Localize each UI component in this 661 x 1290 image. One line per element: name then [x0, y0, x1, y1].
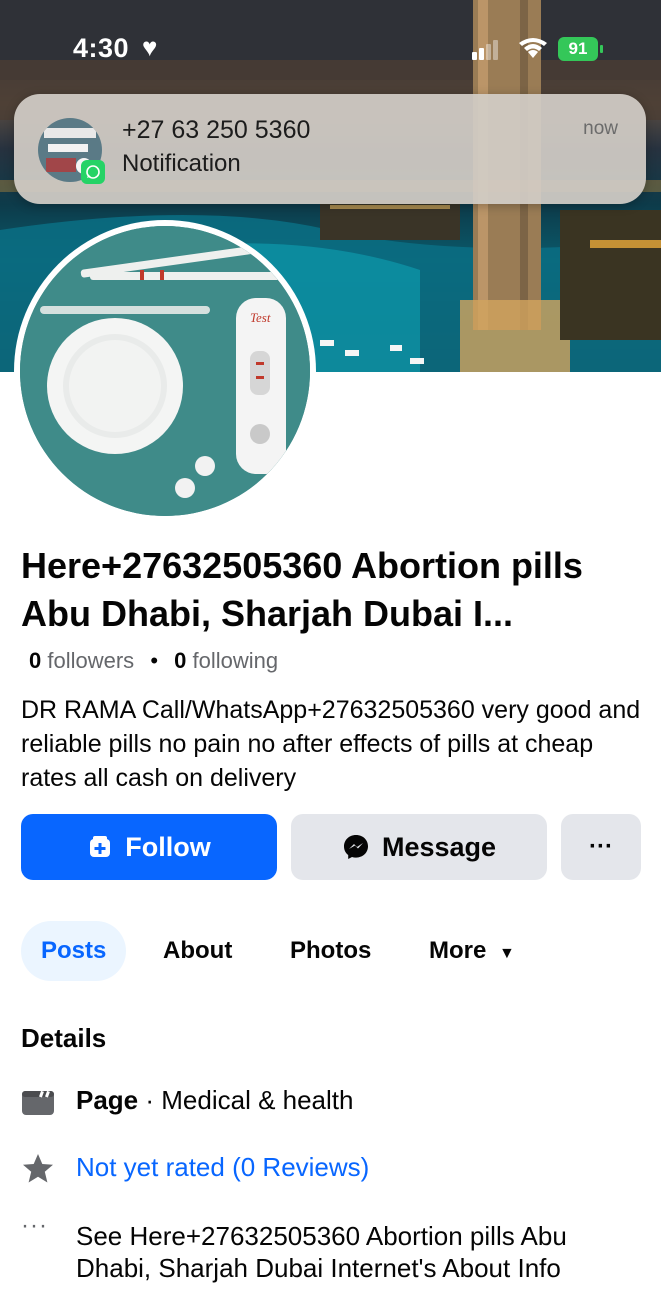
whatsapp-notification[interactable]: +27 63 250 5360 Notification now	[14, 94, 646, 204]
page-category: · Medical & health	[138, 1085, 354, 1115]
battery-icon: 91	[558, 37, 598, 61]
see-about-text[interactable]: See Here+27632505360 Abortion pills Abu …	[76, 1220, 646, 1284]
follow-button-label: Follow	[125, 831, 211, 862]
whatsapp-icon	[81, 160, 105, 184]
message-button-label: Message	[381, 831, 497, 862]
tab-posts[interactable]: Posts	[21, 921, 127, 981]
follow-stats: 0 followers • 0 following	[29, 648, 278, 674]
tab-posts-label: Posts	[41, 937, 107, 964]
profile-picture-image: Test	[20, 226, 310, 516]
caret-down-icon: ▼	[499, 945, 515, 962]
profile-tabs: Posts About Photos More ▼	[21, 921, 641, 981]
followers-count: 0	[29, 648, 42, 673]
more-dots-icon: ···	[21, 1212, 48, 1239]
page-type-label: Page	[76, 1085, 139, 1115]
detail-category-row: Page · Medical & health	[21, 1085, 641, 1121]
status-time: 4:30	[73, 33, 130, 63]
page-bio: DR RAMA Call/WhatsApp+27632505360 very g…	[21, 696, 641, 792]
notification-time: now	[583, 118, 618, 139]
page-title: Here+27632505360 Abortion pills Abu Dhab…	[21, 545, 583, 634]
status-bar: 4:30 ♥ 91	[0, 0, 661, 90]
following-count: 0	[174, 648, 187, 673]
tab-about[interactable]: About	[163, 921, 232, 981]
page-flag-icon	[22, 1090, 54, 1115]
messenger-icon	[343, 835, 368, 859]
more-options-label: ···	[589, 833, 613, 860]
notification-title: +27 63 250 5360	[122, 116, 311, 144]
detail-category-text: Page · Medical & health	[76, 1085, 353, 1116]
tab-photos-label: Photos	[290, 937, 372, 964]
notification-body: Notification	[122, 150, 241, 177]
message-button[interactable]: Message	[291, 814, 547, 880]
rating-link[interactable]: Not yet rated (0 Reviews)	[76, 1152, 369, 1183]
tab-about-label: About	[163, 937, 233, 964]
detail-rating-row[interactable]: Not yet rated (0 Reviews)	[21, 1152, 641, 1188]
test-cassette-label: Test	[250, 310, 271, 325]
stats-separator: •	[150, 648, 159, 673]
wifi-icon	[519, 38, 547, 58]
more-options-button[interactable]: ···	[561, 814, 641, 880]
heart-icon: ♥	[142, 32, 158, 62]
followers-label[interactable]: followers	[47, 648, 134, 673]
star-icon	[23, 1154, 53, 1183]
follow-button[interactable]: Follow	[21, 814, 277, 880]
tab-more-label: More	[429, 937, 487, 964]
details-heading: Details	[21, 1023, 107, 1053]
tab-more[interactable]: More ▼	[429, 921, 515, 981]
battery-cap	[600, 45, 603, 53]
following-label[interactable]: following	[193, 648, 279, 673]
tab-photos[interactable]: Photos	[290, 921, 371, 981]
signal-icon	[472, 40, 498, 60]
profile-picture[interactable]: Test	[14, 220, 316, 522]
follow-page-icon	[90, 836, 111, 857]
battery-level: 91	[568, 39, 588, 58]
